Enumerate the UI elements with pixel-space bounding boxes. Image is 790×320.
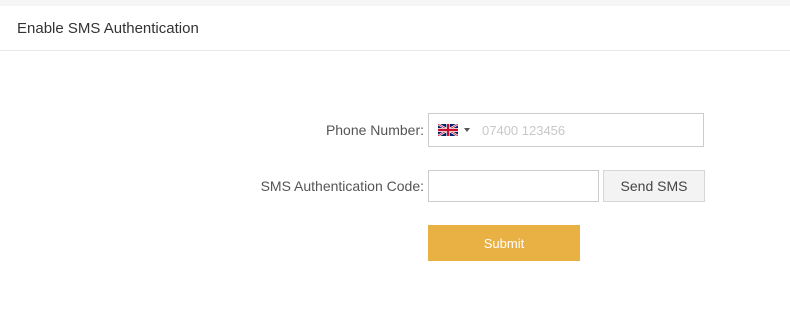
sms-code-label: SMS Authentication Code: — [260, 178, 424, 194]
country-code-selector[interactable] — [429, 114, 470, 146]
sms-code-row: SMS Authentication Code: Send SMS — [0, 170, 790, 202]
phone-number-field — [428, 113, 704, 147]
sms-code-input[interactable] — [428, 170, 599, 202]
chevron-down-icon — [464, 128, 470, 132]
phone-number-label: Phone Number: — [325, 122, 424, 138]
panel-header: Enable SMS Authentication — [0, 6, 790, 51]
uk-flag-icon — [438, 124, 458, 136]
sms-auth-panel: Enable SMS Authentication Phone Number: … — [0, 6, 790, 320]
submit-button[interactable]: Submit — [428, 225, 580, 261]
page-title: Enable SMS Authentication — [17, 20, 199, 37]
phone-number-row: Phone Number: — [0, 113, 790, 147]
send-sms-button[interactable]: Send SMS — [603, 170, 705, 202]
phone-number-input[interactable] — [482, 118, 682, 142]
